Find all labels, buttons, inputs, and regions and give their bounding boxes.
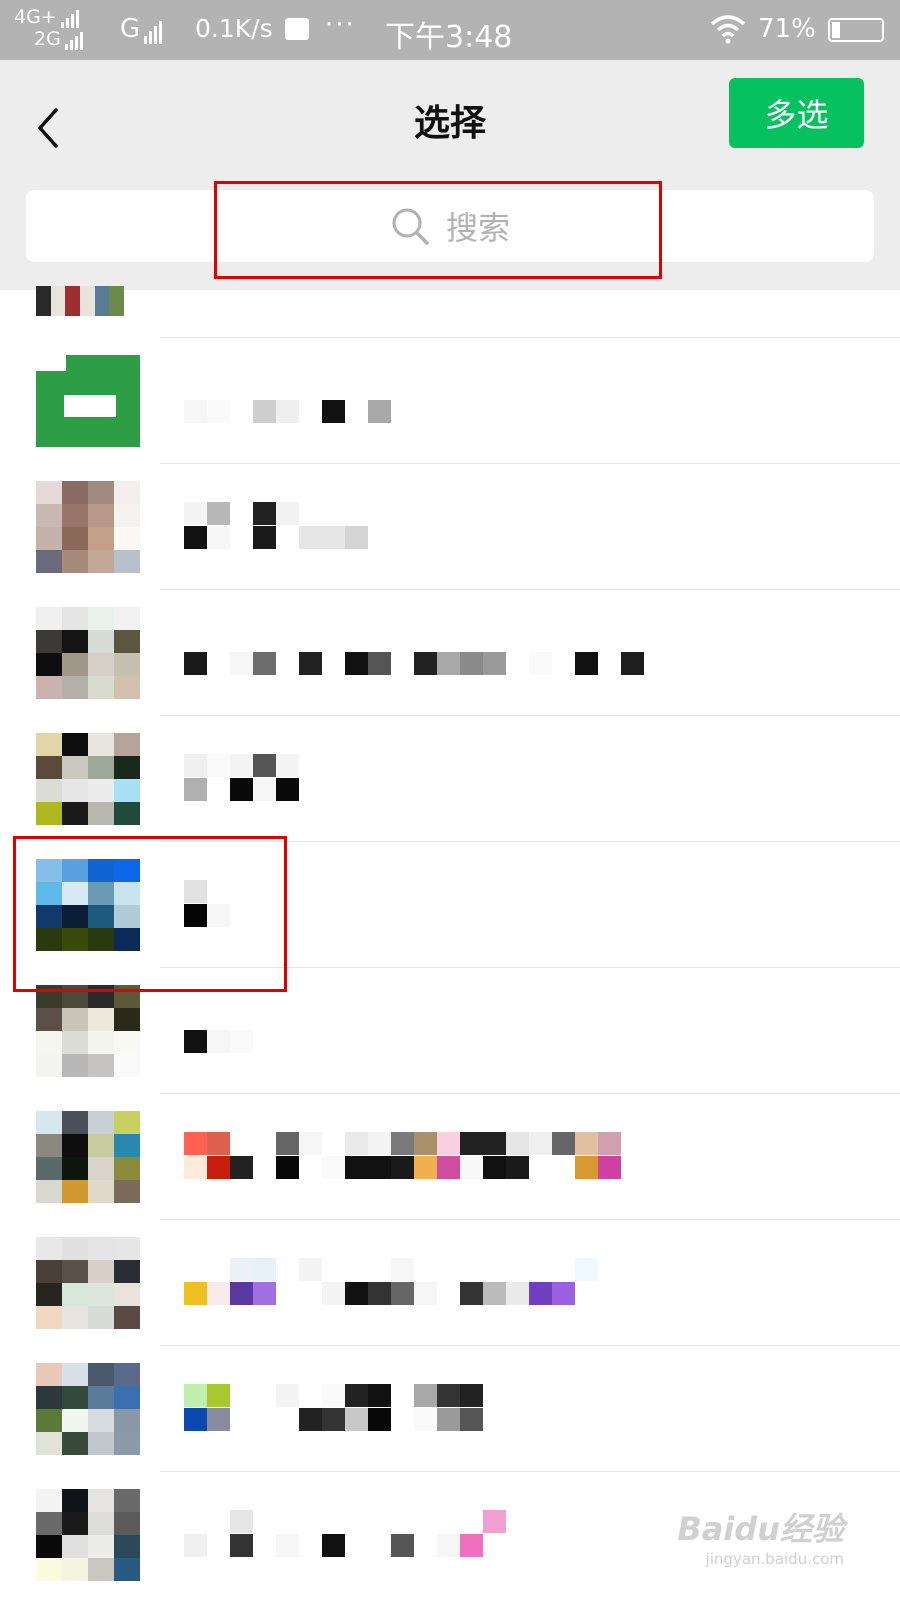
contact-name: [184, 502, 368, 550]
wifi-icon: [710, 15, 746, 44]
network-2g-label: 2G: [34, 28, 61, 50]
avatar: [36, 1111, 140, 1203]
avatar: [36, 286, 125, 316]
contact-name: [184, 754, 299, 802]
network-4g-label: 4G+: [14, 6, 57, 28]
baidu-watermark: Baidu经验 jingyan.baidu.com: [677, 1504, 844, 1568]
shopping-bag-icon: [285, 18, 309, 40]
more-notifications: ···: [325, 10, 356, 40]
contact-highlight-box: [13, 836, 287, 992]
watermark-url: jingyan.baidu.com: [705, 1550, 844, 1568]
clock: 下午3:48: [385, 20, 513, 55]
contact-name: [184, 376, 391, 424]
status-bar: 4G+ 2G G 0.1K/s ··· 下午3:48 71%: [0, 0, 900, 60]
avatar: [36, 985, 140, 1077]
list-item[interactable]: [0, 1094, 900, 1220]
list-item[interactable]: [0, 1220, 900, 1346]
contact-name: [184, 1384, 483, 1432]
header: 选择 多选 搜索: [0, 60, 900, 290]
signal-icon: [144, 20, 163, 44]
avatar: [36, 1237, 140, 1329]
contact-name: [184, 1258, 598, 1306]
contact-name: [184, 628, 644, 676]
watermark-brand: Baidu经验: [677, 1510, 844, 1548]
avatar: [36, 1489, 140, 1581]
signal-icon: [64, 30, 83, 50]
contact-name: [184, 1510, 506, 1558]
battery-percent: 71%: [758, 14, 816, 44]
list-item[interactable]: [0, 716, 900, 842]
signal-icon: [60, 8, 79, 28]
avatar: [36, 355, 140, 447]
network-speed: 0.1K/s: [195, 14, 273, 43]
list-item[interactable]: [0, 464, 900, 590]
network-g-indicator: G: [120, 14, 163, 44]
list-item[interactable]: [0, 1346, 900, 1472]
avatar: [36, 1363, 140, 1455]
list-item[interactable]: [0, 338, 900, 464]
search-highlight-box: [214, 181, 662, 279]
avatar: [36, 733, 140, 825]
avatar: [36, 607, 140, 699]
list-item[interactable]: [0, 590, 900, 716]
battery-icon: [828, 18, 884, 42]
list-item[interactable]: [0, 286, 900, 338]
network-indicator: 4G+ 2G: [14, 6, 83, 50]
multi-select-button[interactable]: 多选: [729, 78, 864, 148]
avatar: [36, 481, 140, 573]
contact-name: [184, 1132, 621, 1180]
contact-name: [184, 1006, 253, 1054]
network-g-label: G: [120, 14, 141, 44]
